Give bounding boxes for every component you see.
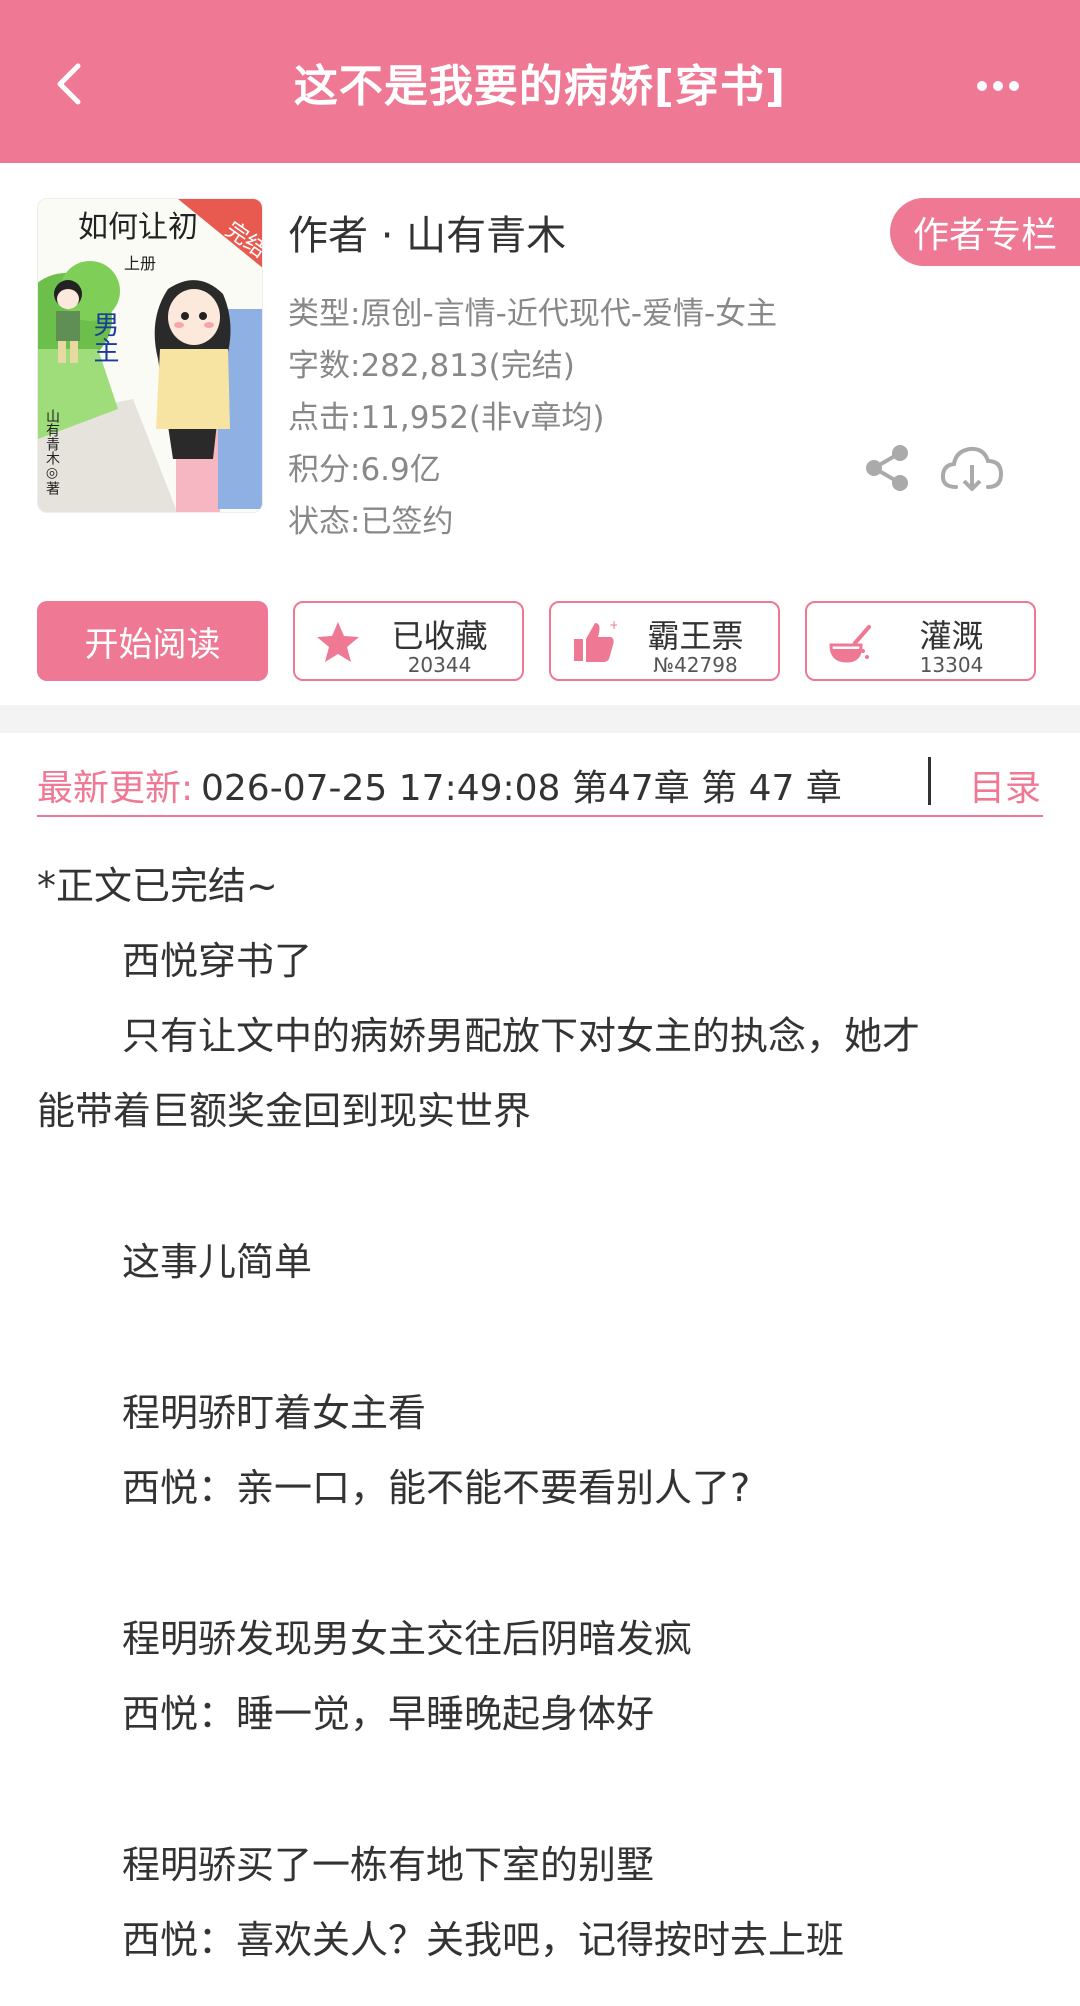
book-cover[interactable]: 完结 如何让初 上册 男主 山有青木◎著 bbox=[37, 198, 263, 513]
points: 积分:6.9亿 bbox=[288, 452, 441, 488]
latest-update-text: 026-07-25 17:49:08 第47章 第 47 章 bbox=[201, 768, 842, 809]
cover-illustration: 完结 如何让初 上册 男主 山有青木◎著 bbox=[38, 199, 262, 512]
synopsis-line: 程明骄买了一栋有地下室的别墅 bbox=[122, 1843, 655, 1887]
collect-button[interactable]: 已收藏 20344 bbox=[293, 601, 524, 681]
action-row: 开始阅读 已收藏 20344 + 霸王票 №42798 灌溉 13304 bbox=[37, 601, 1043, 683]
start-reading-button[interactable]: 开始阅读 bbox=[37, 601, 268, 681]
cover-volume: 上册 bbox=[124, 254, 156, 273]
synopsis-line: 西悦：喜欢关人？关我吧，记得按时去上班 bbox=[122, 1918, 845, 1962]
synopsis-line: *正文已完结~ bbox=[37, 864, 278, 908]
latest-update-label: 最新更新: bbox=[37, 759, 196, 811]
synopsis-line: 西悦：睡一觉，早睡晚起身体好 bbox=[122, 1692, 655, 1736]
synopsis-card: 026-07-25 17:49:08 第47章 第 47 章 最新更新: 目录 … bbox=[0, 733, 1080, 2006]
book-info-card: 完结 如何让初 上册 男主 山有青木◎著 作者 · 山有青木 作者专栏 类型:原… bbox=[0, 163, 1080, 705]
collect-label: 已收藏 bbox=[391, 617, 488, 655]
book-type: 类型:原创-言情-近代现代-爱情-女主 bbox=[288, 296, 778, 332]
sign-status: 状态:已签约 bbox=[288, 504, 454, 540]
cover-author-vertical: 山有青木◎著 bbox=[44, 409, 60, 495]
cloud-download-icon[interactable] bbox=[940, 443, 1004, 495]
synopsis-line: 程明骄发现男女主交往后阴暗发疯 bbox=[122, 1617, 693, 1661]
watering-can-icon bbox=[829, 625, 871, 663]
synopsis-line: 程明骄盯着女主看 bbox=[122, 1391, 427, 1435]
top-bar: 这不是我要的病娇[穿书] bbox=[0, 0, 1080, 163]
star-icon bbox=[317, 622, 359, 662]
word-count: 字数:282,813(完结) bbox=[288, 348, 575, 384]
more-dots-icon[interactable] bbox=[976, 80, 1020, 92]
vote-button[interactable]: + 霸王票 №42798 bbox=[549, 601, 780, 681]
synopsis-line: 这事儿简单 bbox=[122, 1240, 313, 1284]
vote-count: №42798 bbox=[653, 653, 738, 677]
cover-male: 男主 bbox=[89, 311, 119, 363]
chevron-left-icon[interactable] bbox=[48, 62, 92, 106]
synopsis-line: 西悦穿书了 bbox=[122, 939, 313, 983]
water-count: 13304 bbox=[919, 653, 984, 677]
synopsis-line: 能带着巨额奖金回到现实世界 bbox=[37, 1089, 532, 1133]
table-of-contents-link[interactable]: 目录 bbox=[969, 759, 1041, 811]
cover-title: 如何让初 bbox=[78, 210, 198, 245]
latest-update-row[interactable]: 026-07-25 17:49:08 第47章 第 47 章 最新更新: 目录 bbox=[37, 753, 1043, 817]
synopsis-line: 西悦：亲一口，能不能不要看别人了? bbox=[122, 1466, 751, 1510]
vote-label: 霸王票 bbox=[647, 617, 744, 655]
synopsis-line: 只有让文中的病娇男配放下对女主的执念，她才 bbox=[122, 1014, 921, 1058]
click-count: 点击:11,952(非v章均) bbox=[288, 400, 605, 436]
page-title: 这不是我要的病娇[穿书] bbox=[293, 60, 787, 112]
water-button[interactable]: 灌溉 13304 bbox=[805, 601, 1036, 681]
divider bbox=[928, 757, 931, 805]
share-icon[interactable] bbox=[862, 443, 912, 493]
collect-count: 20344 bbox=[407, 653, 472, 677]
water-label: 灌溉 bbox=[919, 617, 984, 655]
thumbs-up-icon: + bbox=[574, 619, 617, 662]
author-name[interactable]: 作者 · 山有青木 bbox=[288, 203, 566, 261]
author-column-button[interactable]: 作者专栏 bbox=[890, 198, 1080, 266]
